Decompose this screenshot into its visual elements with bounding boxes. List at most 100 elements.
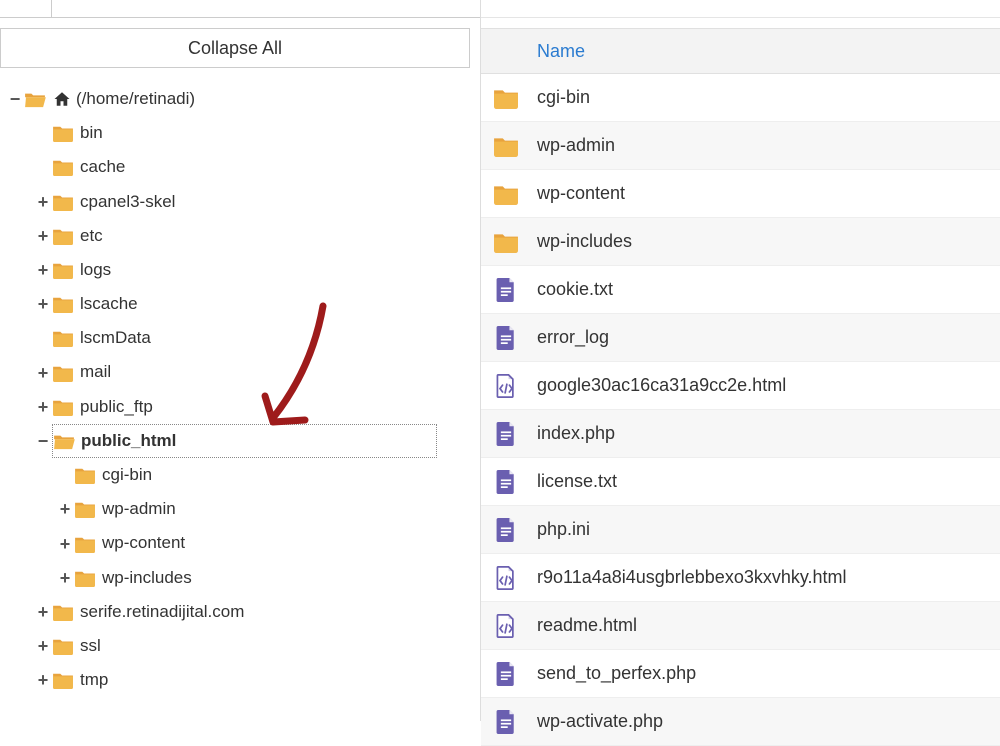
home-icon [52, 90, 72, 108]
file-name: cookie.txt [537, 279, 613, 300]
folder-icon [74, 569, 96, 587]
expand-icon[interactable]: + [36, 219, 50, 253]
document-file-icon [493, 662, 519, 686]
tree-item[interactable]: +wp-admin [8, 492, 480, 526]
tree-item-label: tmp [80, 664, 108, 696]
folder-icon [493, 230, 519, 254]
tree-item[interactable]: +wp-content [8, 527, 480, 561]
expand-icon[interactable]: + [36, 390, 50, 424]
tree-item[interactable]: −public_html [8, 424, 480, 458]
tree-item[interactable]: +serife.retinadijital.com [8, 595, 480, 629]
file-name: cgi-bin [537, 87, 590, 108]
expand-icon[interactable]: + [36, 595, 50, 629]
tree-item[interactable]: +etc [8, 219, 480, 253]
file-row[interactable]: cgi-bin [481, 74, 1000, 122]
file-row[interactable]: index.php [481, 410, 1000, 458]
folder-icon [52, 124, 74, 142]
tree-item-label: wp-includes [102, 562, 192, 594]
file-row[interactable]: error_log [481, 314, 1000, 362]
file-name: send_to_perfex.php [537, 663, 696, 684]
html-file-icon [493, 374, 519, 398]
column-header-name[interactable]: Name [481, 28, 1000, 74]
tree-item[interactable]: + public_ftp [8, 390, 480, 424]
document-file-icon [493, 422, 519, 446]
tree-item[interactable]: +cgi-bin [8, 458, 480, 492]
tree-item[interactable]: +bin [8, 116, 480, 150]
expand-icon[interactable]: + [36, 185, 50, 219]
file-row[interactable]: wp-includes [481, 218, 1000, 266]
folder-icon [52, 671, 74, 689]
tree-item[interactable]: +cache [8, 150, 480, 184]
file-name: wp-activate.php [537, 711, 663, 732]
tree-item-label: cgi-bin [102, 459, 152, 491]
tree-root-label: (/home/retinadi) [76, 83, 195, 115]
tree-item-label: logs [80, 254, 111, 286]
folder-tree-panel: Collapse All − (/home/retinadi) +bin+cac… [0, 0, 480, 721]
expand-icon[interactable]: + [58, 492, 72, 526]
file-list-panel: Name cgi-bin wp-admin wp-content wp-include… [480, 0, 1000, 721]
tree-item[interactable]: + ssl [8, 629, 480, 663]
column-header-label: Name [537, 41, 585, 62]
folder-icon [493, 182, 519, 206]
file-name: php.ini [537, 519, 590, 540]
folder-icon [52, 637, 74, 655]
file-row[interactable]: wp-admin [481, 122, 1000, 170]
folder-icon [52, 329, 74, 347]
top-bar [0, 0, 480, 18]
file-row[interactable]: google30ac16ca31a9cc2e.html [481, 362, 1000, 410]
expand-icon[interactable]: + [58, 561, 72, 595]
tree-root[interactable]: − (/home/retinadi) [8, 82, 480, 116]
toggle-icon[interactable]: − [8, 82, 22, 116]
tree-item-label: public_ftp [80, 391, 153, 423]
expand-icon[interactable]: + [36, 663, 50, 697]
tree-item[interactable]: + tmp [8, 663, 480, 697]
folder-icon [52, 158, 74, 176]
file-list: cgi-bin wp-admin wp-content wp-includes cook… [481, 74, 1000, 746]
folder-open-icon [24, 90, 46, 108]
tree-item-label: lscache [80, 288, 138, 320]
tree-item[interactable]: + logs [8, 253, 480, 287]
file-name: wp-content [537, 183, 625, 204]
tree-item[interactable]: +lscmData [8, 321, 480, 355]
file-name: error_log [537, 327, 609, 348]
file-name: wp-includes [537, 231, 632, 252]
tree-item[interactable]: + wp-includes [8, 561, 480, 595]
expand-icon[interactable]: + [36, 253, 50, 287]
expand-icon[interactable]: + [36, 287, 50, 321]
file-name: readme.html [537, 615, 637, 636]
folder-icon [52, 193, 74, 211]
folder-icon [74, 466, 96, 484]
expand-icon[interactable]: + [36, 356, 50, 390]
folder-icon [74, 500, 96, 518]
file-row[interactable]: wp-activate.php [481, 698, 1000, 746]
file-row[interactable]: cookie.txt [481, 266, 1000, 314]
file-name: wp-admin [537, 135, 615, 156]
document-file-icon [493, 278, 519, 302]
folder-icon [52, 295, 74, 313]
file-name: index.php [537, 423, 615, 444]
file-name: license.txt [537, 471, 617, 492]
collapse-icon[interactable]: − [36, 424, 50, 458]
collapse-all-label: Collapse All [188, 38, 282, 59]
tree-item-label: ssl [80, 630, 101, 662]
tree-item-label: bin [80, 117, 103, 149]
tree-item[interactable]: +cpanel3-skel [8, 185, 480, 219]
expand-icon[interactable]: + [36, 629, 50, 663]
collapse-all-button[interactable]: Collapse All [0, 28, 470, 68]
selected-folder[interactable]: public_html [52, 424, 437, 458]
file-row[interactable]: send_to_perfex.php [481, 650, 1000, 698]
folder-open-icon [53, 432, 75, 450]
file-row[interactable]: readme.html [481, 602, 1000, 650]
tree-item[interactable]: +mail [8, 356, 480, 390]
file-row[interactable]: php.ini [481, 506, 1000, 554]
file-row[interactable]: wp-content [481, 170, 1000, 218]
top-bar-right [481, 0, 1000, 18]
folder-icon [493, 134, 519, 158]
tree-item[interactable]: + lscache [8, 287, 480, 321]
top-bar-stub [0, 0, 52, 17]
document-file-icon [493, 470, 519, 494]
expand-icon[interactable]: + [58, 527, 72, 561]
document-file-icon [493, 326, 519, 350]
file-row[interactable]: r9o11a4a8i4usgbrlebbexo3kxvhky.html [481, 554, 1000, 602]
file-row[interactable]: license.txt [481, 458, 1000, 506]
